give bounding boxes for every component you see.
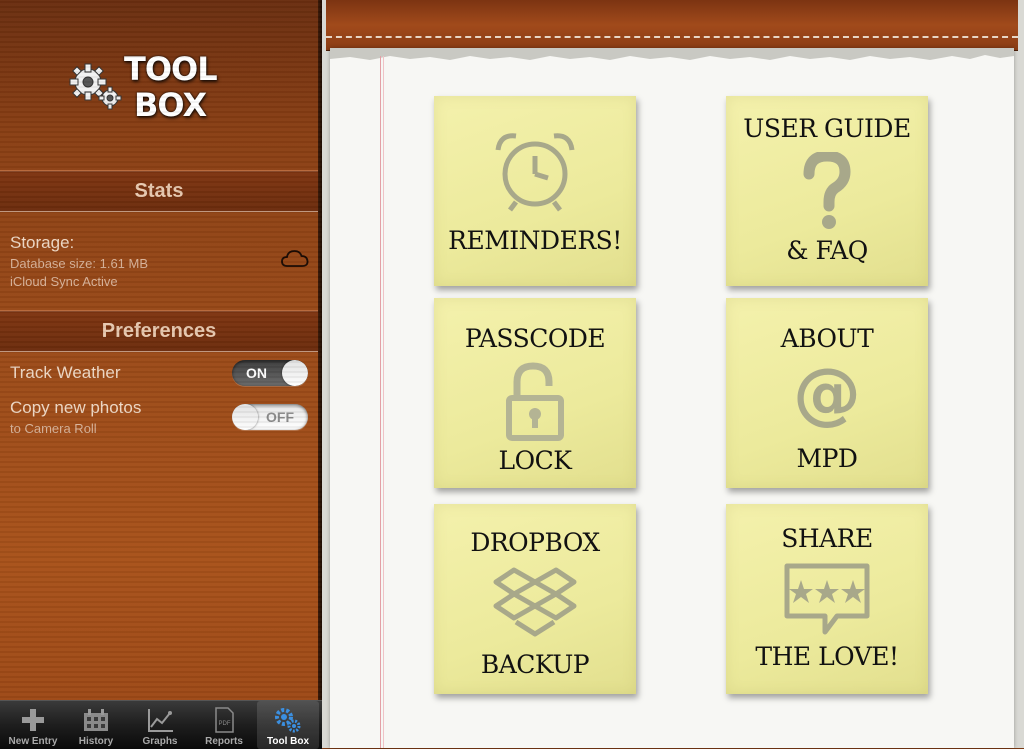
about-bottom-label: MPD bbox=[796, 444, 858, 473]
user-guide-note[interactable]: USER GUIDE & FAQ bbox=[723, 96, 928, 290]
share-top-label: SHARE bbox=[781, 524, 873, 553]
leather-header bbox=[326, 0, 1018, 51]
reminders-note[interactable]: REMINDERS! bbox=[431, 96, 636, 290]
copy-photos-toggle-state: OFF bbox=[266, 409, 294, 425]
tab-bar: New Entry History Graphs PDF Reports Too… bbox=[0, 700, 322, 749]
dropbox-note[interactable]: DROPBOX BACKUP bbox=[431, 504, 636, 698]
track-weather-toggle-state: ON bbox=[246, 365, 267, 381]
tab-label: Reports bbox=[205, 736, 243, 747]
gears-icon bbox=[275, 708, 301, 733]
cloud-icon bbox=[281, 250, 309, 267]
database-size: Database size: 1.61 MB bbox=[10, 256, 149, 271]
dropbox-bottom-label: BACKUP bbox=[480, 650, 590, 679]
tab-graphs[interactable]: Graphs bbox=[129, 701, 191, 749]
notebook-paper: REMINDERS! USER GUIDE & FAQ PASSCODE LOC… bbox=[330, 48, 1014, 748]
logo-word-tool: TOOL bbox=[124, 50, 218, 88]
toolbox-logo: TOOL BOX bbox=[68, 52, 238, 132]
track-weather-label: Track Weather bbox=[10, 363, 121, 382]
alarm-clock-icon bbox=[495, 133, 575, 212]
stars-speech-bubble-icon bbox=[784, 563, 870, 635]
track-weather-toggle[interactable]: ON bbox=[232, 360, 308, 386]
plus-icon bbox=[22, 709, 44, 731]
graph-icon bbox=[148, 709, 173, 732]
margin-line bbox=[383, 56, 384, 748]
copy-photos-sublabel: to Camera Roll bbox=[10, 421, 97, 436]
user-guide-bottom-label: & FAQ bbox=[786, 236, 868, 265]
copy-photos-label: Copy new photos bbox=[10, 398, 142, 417]
passcode-top-label: PASSCODE bbox=[464, 324, 606, 353]
passcode-bottom-label: LOCK bbox=[498, 446, 572, 475]
tab-label: History bbox=[78, 736, 114, 747]
toggle-knob bbox=[282, 360, 308, 386]
pdf-icon: PDF bbox=[215, 707, 234, 733]
question-mark-icon bbox=[803, 152, 851, 229]
dropbox-top-label: DROPBOX bbox=[470, 528, 600, 557]
logo-word-box: BOX bbox=[134, 86, 207, 124]
toggle-knob bbox=[232, 404, 258, 430]
dropbox-icon bbox=[493, 567, 577, 637]
preferences-header: Preferences bbox=[0, 310, 318, 352]
main-area: REMINDERS! USER GUIDE & FAQ PASSCODE LOC… bbox=[322, 0, 1024, 748]
copy-photos-toggle[interactable]: OFF bbox=[232, 404, 308, 430]
share-bottom-label: THE LOVE! bbox=[755, 642, 899, 671]
about-top-label: ABOUT bbox=[780, 324, 874, 353]
torn-paper-edge bbox=[330, 48, 1014, 60]
storage-title: Storage: bbox=[10, 233, 75, 252]
stats-header: Stats bbox=[0, 170, 318, 212]
preferences-header-label: Preferences bbox=[101, 320, 217, 342]
lock-icon bbox=[506, 362, 564, 441]
margin-line bbox=[380, 56, 381, 748]
sidebar: TOOL BOX Stats Storage: Database size: 1… bbox=[0, 0, 322, 748]
tab-history[interactable]: History bbox=[65, 701, 127, 749]
passcode-note[interactable]: PASSCODE LOCK bbox=[431, 298, 636, 492]
reminders-label: REMINDERS! bbox=[448, 226, 622, 255]
tab-label: Tool Box bbox=[266, 736, 310, 747]
tab-tool-box[interactable]: Tool Box bbox=[257, 701, 319, 749]
stats-header-label: Stats bbox=[134, 180, 184, 202]
gears-icon bbox=[69, 63, 122, 110]
icloud-sync-status: iCloud Sync Active bbox=[10, 274, 118, 289]
user-guide-top-label: USER GUIDE bbox=[743, 114, 911, 143]
svg-text:PDF: PDF bbox=[219, 721, 231, 727]
at-sign-icon: @ bbox=[793, 354, 861, 433]
calendar-icon bbox=[84, 709, 108, 731]
tab-label: New Entry bbox=[8, 736, 58, 747]
tab-reports[interactable]: PDF Reports bbox=[193, 701, 255, 749]
share-note[interactable]: SHARE THE LOVE! bbox=[723, 504, 928, 698]
about-note[interactable]: ABOUT @ MPD bbox=[723, 298, 928, 492]
tab-label: Graphs bbox=[142, 736, 178, 747]
tab-new-entry[interactable]: New Entry bbox=[2, 701, 64, 749]
